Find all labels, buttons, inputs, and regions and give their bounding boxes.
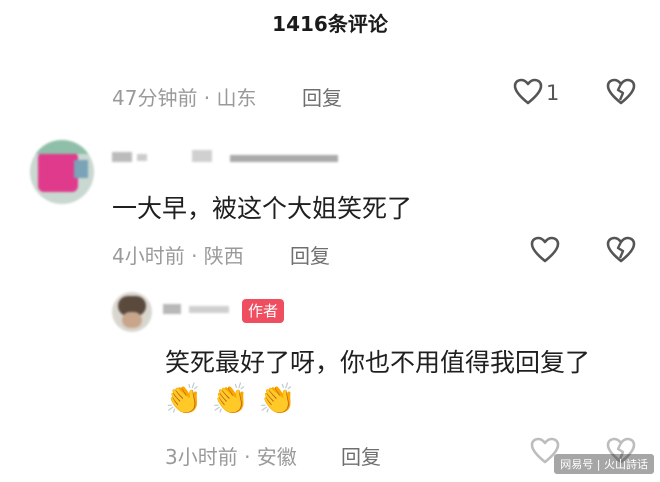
- comment-1-like-heart-icon[interactable]: [513, 78, 543, 106]
- clapping-hands-emoji: 👏: [258, 382, 297, 417]
- comment-1-reply-button[interactable]: 回复: [302, 82, 342, 111]
- author-badge: 作者: [242, 299, 285, 323]
- comment-2-username-blurred[interactable]: [112, 150, 338, 164]
- comments-count-title: 1416条评论: [272, 12, 388, 36]
- comment-2-avatar[interactable]: [30, 140, 94, 204]
- author-reply-meta: 3小时前 · 安徽: [165, 445, 297, 469]
- comment-2-meta: 4小时前 · 陕西: [112, 244, 244, 268]
- comment-2-text: 一大早，被这个大姐笑死了: [112, 194, 413, 223]
- author-reply-avatar[interactable]: [112, 292, 152, 332]
- author-reply-text: 笑死最好了呀，你也不用值得我回复了: [165, 348, 591, 377]
- watermark: 网易号 | 火山詩话: [554, 454, 654, 474]
- clapping-hands-emoji: 👏: [211, 382, 250, 417]
- author-reply-reply-button[interactable]: 回复: [341, 441, 381, 470]
- comment-1-dislike-broken-heart-icon[interactable]: [606, 78, 636, 106]
- clapping-hands-emoji: 👏: [165, 382, 203, 417]
- comment-1-like-count: 1: [546, 81, 560, 105]
- author-reply-emoji-row: 👏 👏 👏: [165, 382, 296, 418]
- comment-2-like-heart-icon[interactable]: [530, 236, 560, 264]
- comment-2-dislike-broken-heart-icon[interactable]: [606, 236, 636, 264]
- comment-1-meta: 47分钟前 · 山东: [112, 86, 257, 110]
- comment-2-reply-button[interactable]: 回复: [290, 240, 330, 269]
- author-username-blurred[interactable]: [163, 302, 235, 316]
